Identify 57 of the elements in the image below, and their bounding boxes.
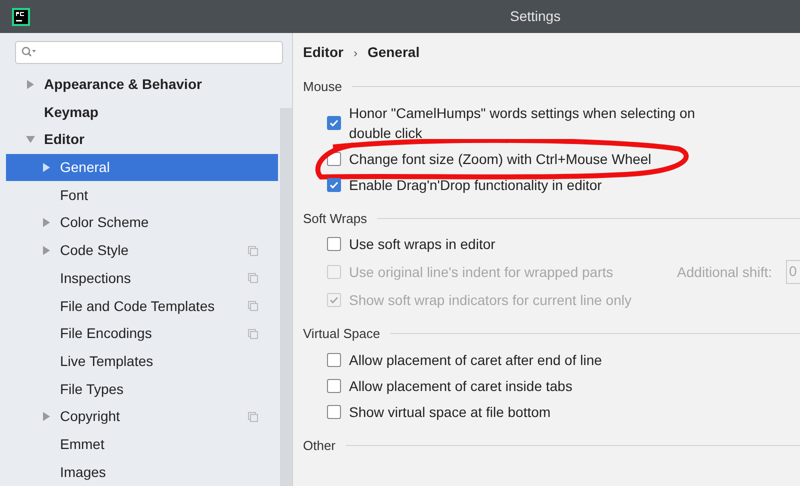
expanded-triangle-icon[interactable] [26,135,35,144]
field-label: Additional shift: [677,262,772,282]
checkmark-icon [329,295,339,305]
window-title: Settings [510,7,561,26]
section-title: Other [303,436,336,454]
collapsed-triangle-icon[interactable] [42,163,51,172]
tree-item[interactable]: Keymap [6,98,278,126]
checkbox[interactable] [327,237,341,251]
section-title: Mouse [303,78,342,96]
option-label: Allow placement of caret inside tabs [349,376,572,396]
breadcrumb-separator: › [353,44,358,62]
copy-icon [248,273,258,284]
tree-item[interactable]: Copyright [6,402,278,431]
tree-item[interactable]: Editor [6,126,278,154]
scrollbar[interactable] [280,108,292,486]
tree-item[interactable]: File and Code Templates [6,292,278,320]
checkbox[interactable] [327,116,341,130]
breadcrumb-item[interactable]: Editor [303,42,344,63]
search-field[interactable] [15,41,283,64]
collapsed-triangle-icon[interactable] [26,80,35,90]
option-label: Use original line's indent for wrapped parts [349,263,614,282]
copy-icon [248,246,258,256]
tree-item[interactable]: Emmet [6,430,278,458]
collapsed-triangle-icon[interactable] [42,412,51,422]
tree-item[interactable]: Appearance & Behavior [6,70,278,98]
tree-item[interactable]: File Types [6,375,278,403]
search-icon [21,46,37,58]
collapsed-triangle-icon[interactable] [42,246,51,256]
collapsed-triangle-icon[interactable] [42,218,51,228]
copy-icon [248,412,258,422]
copy-icon [248,301,258,312]
checkmark-icon [329,180,339,190]
checkbox[interactable] [327,352,341,366]
app-logo-icon [12,8,30,26]
option-label: Allow placement of caret after end of line [349,350,602,370]
tree-item[interactable]: General [6,154,278,182]
option-label: Use soft wraps in editor [349,235,496,254]
checkbox[interactable] [327,178,341,192]
section-title: Virtual Space [303,325,380,343]
tree-item[interactable]: Code Style [6,236,278,264]
section-title: Soft Wraps [303,210,368,228]
tree-item[interactable]: Images [6,458,278,486]
tree-item[interactable]: Live Templates [6,348,278,376]
breadcrumb-item[interactable]: General [367,42,420,63]
tree-item[interactable]: Font [6,181,278,210]
option-label: Change font size (Zoom) with Ctrl+Mouse Wheel [349,150,652,168]
option-label: Show soft wrap indicators for current line only [349,291,632,310]
checkmark-icon [329,118,339,128]
tree-item[interactable]: File Encodings [6,320,278,348]
option-label: Show virtual space at file bottom [349,402,551,422]
option-label: Enable Drag'n'Drop functionality in editor [349,176,602,194]
tree-item[interactable]: Color Scheme [6,209,278,237]
copy-icon [248,328,258,339]
checkbox[interactable] [327,404,341,418]
tree-item[interactable]: Inspections [6,264,278,292]
checkbox[interactable] [327,378,341,392]
option-label: Honor "CamelHumps" words settings when selecting on double click [349,104,696,142]
